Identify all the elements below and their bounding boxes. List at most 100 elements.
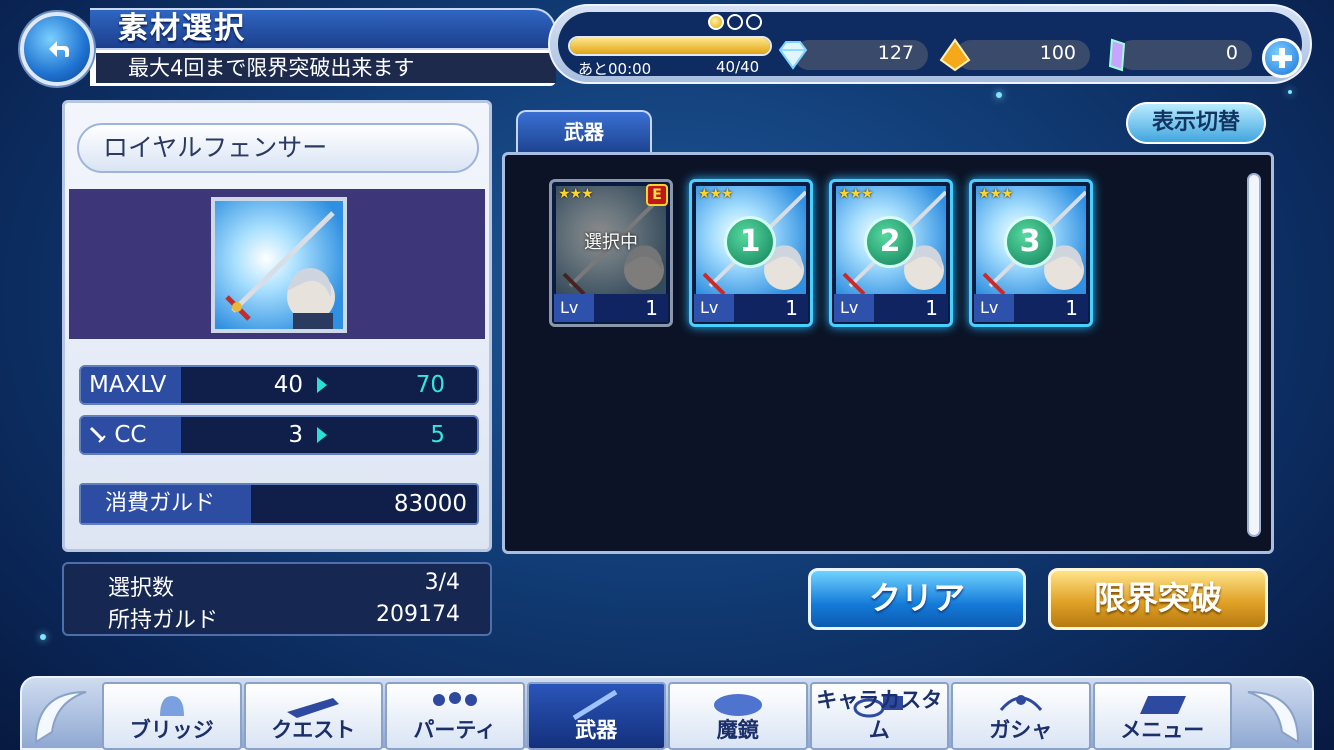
limit-break-button[interactable]: 限界突破 xyxy=(1048,568,1268,630)
tab-weapon[interactable]: 武器 xyxy=(516,110,652,154)
selected-count-row: 選択数 3/4 xyxy=(108,570,460,602)
page-subtitle: 最大4回まで限界突破出来ます xyxy=(128,56,415,80)
selection-order-badge: 1 xyxy=(724,216,776,268)
gem-counter: 127 xyxy=(778,40,928,70)
sword-small-icon xyxy=(89,426,106,443)
sword-icon xyxy=(225,211,335,329)
nav-gacha[interactable]: ガシャ xyxy=(951,682,1091,750)
level-value: 1 xyxy=(785,296,798,320)
equipped-badge: E xyxy=(646,184,668,206)
selection-order-badge: 2 xyxy=(864,216,916,268)
sparkle xyxy=(996,92,1002,98)
level-label: Lv xyxy=(694,294,734,322)
header: 素材選択 最大4回まで限界突破出来ます xyxy=(20,4,560,86)
arrow-right-icon xyxy=(317,427,327,443)
stamina-orb xyxy=(727,14,743,30)
stamina-fill xyxy=(570,38,770,54)
level-row: Lv 1 xyxy=(694,294,808,322)
nav-menu[interactable]: メニュー xyxy=(1092,682,1232,750)
ticket-counter: 0 xyxy=(1108,38,1252,72)
title-bar: 素材選択 xyxy=(90,8,556,50)
nav-label: ガシャ xyxy=(989,718,1053,742)
nav-label: 魔鏡 xyxy=(716,718,759,742)
page-title: 素材選択 xyxy=(118,11,246,46)
level-value: 1 xyxy=(1065,296,1078,320)
nav-label: クエスト xyxy=(271,718,356,742)
stamina-count: 40/40 xyxy=(716,58,760,76)
nav-mirror[interactable]: 魔鏡 xyxy=(668,682,808,750)
subtitle-bar: 最大4回まで限界突破出来ます xyxy=(90,50,556,86)
sparkle xyxy=(40,634,46,640)
nav-label: メニュー xyxy=(1120,718,1205,742)
owned-value: 209174 xyxy=(376,602,460,627)
level-label: Lv xyxy=(554,294,594,322)
level-label: Lv xyxy=(974,294,1014,322)
stat-label-cc: CC xyxy=(81,417,181,453)
material-grid: ★★★ E 選択中 Lv 1 ★★★ 1 Lv 1 ★★★ 2 Lv 1 ★★★… xyxy=(502,152,1274,554)
nav-label: パーティ xyxy=(413,718,497,742)
selection-order-badge: 3 xyxy=(1004,216,1056,268)
diamond-icon xyxy=(778,41,808,70)
stat-from: 3 xyxy=(288,422,303,448)
cost-value: 83000 xyxy=(393,491,467,517)
nav-bridge[interactable]: ブリッジ xyxy=(102,682,242,750)
rarity-stars: ★★★ xyxy=(558,186,594,202)
stamina-orb xyxy=(746,14,762,30)
weapon-info-panel: ロイヤルフェンサー MAXLV 40 70 CC 3 5 消費ガルド 83000 xyxy=(62,100,492,552)
stat-row-cc: CC 3 5 xyxy=(79,415,479,455)
scrollbar[interactable] xyxy=(1247,173,1261,537)
selecting-overlay: 選択中 xyxy=(584,232,638,253)
material-card-2[interactable]: ★★★ 2 Lv 1 xyxy=(829,179,953,327)
cost-label: 消費ガルド xyxy=(81,485,251,523)
sparkle xyxy=(1288,90,1292,94)
stat-to: 5 xyxy=(430,422,445,448)
add-currency-button[interactable] xyxy=(1262,38,1302,78)
material-card-3[interactable]: ★★★ 3 Lv 1 xyxy=(969,179,1093,327)
stat-to: 70 xyxy=(415,372,445,398)
selected-value: 3/4 xyxy=(424,570,460,595)
arrow-right-icon xyxy=(317,377,327,393)
display-toggle-button[interactable]: 表示切替 xyxy=(1126,102,1266,144)
stamina-orbs xyxy=(708,14,762,30)
rarity-stars: ★★★ xyxy=(838,186,874,202)
owned-gald-row: 所持ガルド 209174 xyxy=(108,602,460,634)
nav-label: キャラカスタム xyxy=(816,688,943,742)
prism-icon xyxy=(1108,38,1126,72)
owned-label: 所持ガルド xyxy=(108,608,219,633)
plus-icon xyxy=(1272,48,1292,68)
back-arrow-icon xyxy=(49,41,69,57)
nav-label: ブリッジ xyxy=(129,718,214,742)
material-card-base[interactable]: ★★★ E 選択中 Lv 1 xyxy=(549,179,673,327)
crystal-count: 100 xyxy=(1039,42,1076,64)
stamina-bar xyxy=(568,36,772,56)
rarity-stars: ★★★ xyxy=(698,186,734,202)
selection-summary: 選択数 3/4 所持ガルド 209174 xyxy=(62,562,492,636)
crystal-icon xyxy=(939,38,971,72)
nav-quest[interactable]: クエスト xyxy=(243,682,383,750)
level-row: Lv 1 xyxy=(834,294,948,322)
nav-weapon[interactable]: 武器 xyxy=(526,682,666,750)
bottom-nav: ブリッジ クエスト パーティ 武器 魔鏡 キャラカスタム ガシャ メニュー xyxy=(20,676,1314,750)
crystal-counter: 100 xyxy=(939,38,1090,72)
clear-button[interactable]: クリア xyxy=(808,568,1026,630)
nav-party[interactable]: パーティ xyxy=(385,682,525,750)
level-label: Lv xyxy=(834,294,874,322)
stat-label: CC xyxy=(114,422,147,448)
stat-row-maxlv: MAXLV 40 70 xyxy=(79,365,479,405)
weapon-image-area xyxy=(69,189,485,339)
weapon-name: ロイヤルフェンサー xyxy=(77,123,479,173)
level-row: Lv 1 xyxy=(554,294,668,322)
back-button[interactable] xyxy=(20,12,94,86)
level-row: Lv 1 xyxy=(974,294,1088,322)
level-value: 1 xyxy=(925,296,938,320)
weapon-portrait xyxy=(211,197,347,333)
material-card-1[interactable]: ★★★ 1 Lv 1 xyxy=(689,179,813,327)
status-bar: あと00:00 40/40 127 100 0 xyxy=(548,4,1312,84)
ornament-icon xyxy=(34,691,87,744)
level-value: 1 xyxy=(645,296,658,320)
nav-chara-custom[interactable]: キャラカスタム xyxy=(809,682,949,750)
stamina-orb xyxy=(708,14,724,30)
ornament-icon xyxy=(1247,691,1300,744)
cost-row: 消費ガルド 83000 xyxy=(79,483,479,525)
gem-count: 127 xyxy=(877,42,914,64)
